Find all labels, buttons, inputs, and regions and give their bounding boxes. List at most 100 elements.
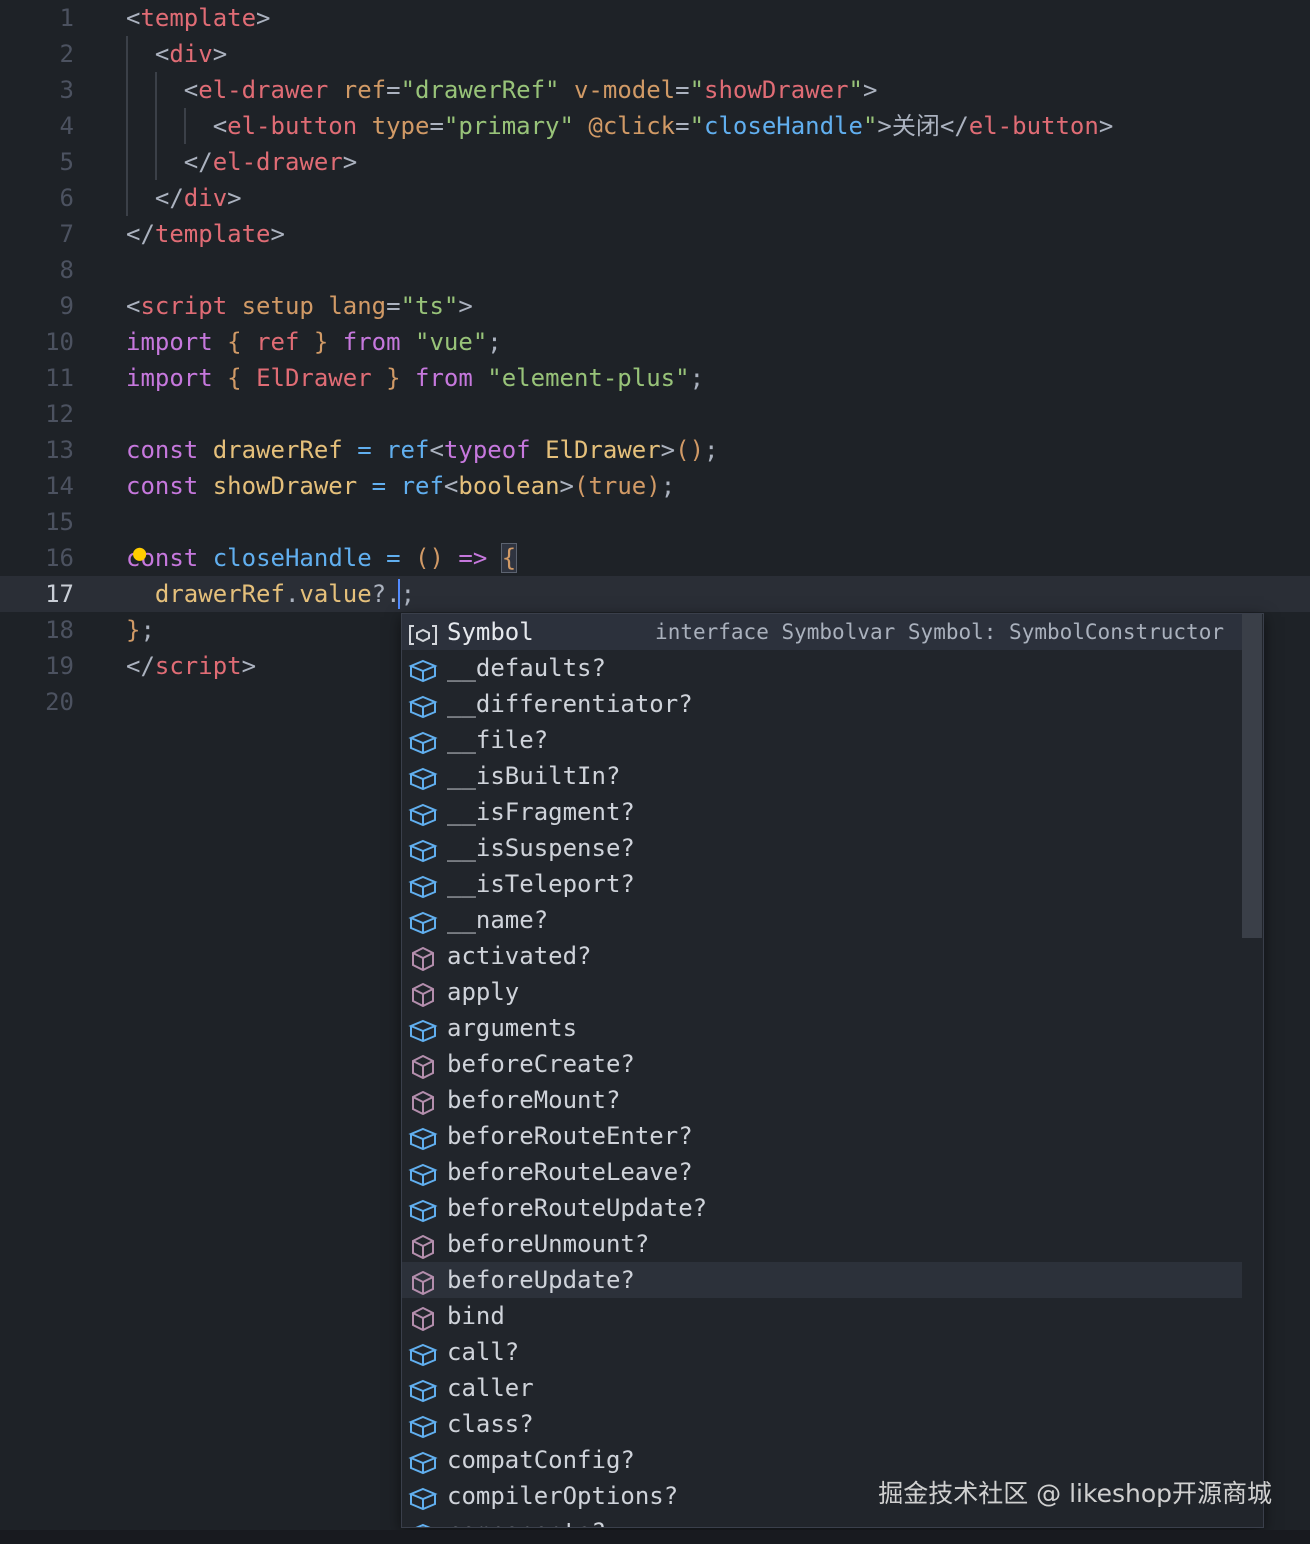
code-token: from: [342, 328, 401, 356]
suggestion-item[interactable]: components?: [402, 1514, 1242, 1527]
suggestion-item[interactable]: beforeUpdate?: [402, 1262, 1242, 1298]
code-token: =: [675, 112, 690, 140]
code-token: closeHandle: [704, 112, 863, 140]
suggestion-item[interactable]: compatConfig?: [402, 1442, 1242, 1478]
field-icon: [408, 1017, 438, 1043]
code-line[interactable]: 3 <el-drawer ref="drawerRef" v-model="sh…: [0, 72, 1310, 108]
code-token: type: [371, 112, 430, 140]
code-token: (: [573, 472, 589, 500]
code-token: >: [342, 148, 358, 176]
suggestion-item[interactable]: call?: [402, 1334, 1242, 1370]
suggestion-item[interactable]: caller: [402, 1370, 1242, 1406]
code-token: lang: [328, 292, 387, 320]
suggestion-label: __name?: [447, 906, 549, 934]
field-icon: [408, 1449, 438, 1475]
suggestion-item[interactable]: beforeCreate?: [402, 1046, 1242, 1082]
suggestion-item[interactable]: __isTeleport?: [402, 866, 1242, 902]
line-number: 17: [45, 580, 74, 608]
suggestion-item[interactable]: __isBuiltIn?: [402, 758, 1242, 794]
code-line[interactable]: 4 <el-button type="primary" @click="clos…: [0, 108, 1310, 144]
suggestion-item[interactable]: arguments: [402, 1010, 1242, 1046]
suggestion-detail: interface Symbolvar Symbol: SymbolConstr…: [655, 620, 1224, 644]
line-number: 4: [59, 112, 74, 140]
code-text: };: [126, 612, 155, 648]
suggestion-item[interactable]: beforeMount?: [402, 1082, 1242, 1118]
code-token: =: [429, 112, 444, 140]
code-token: ": [689, 112, 705, 140]
code-line[interactable]: 15: [0, 504, 1310, 540]
suggestion-item[interactable]: __isSuspense?: [402, 830, 1242, 866]
code-token: }: [386, 364, 401, 392]
suggestion-item[interactable]: class?: [402, 1406, 1242, 1442]
code-token: >: [241, 652, 257, 680]
suggestion-item[interactable]: bind: [402, 1298, 1242, 1334]
code-line[interactable]: 12: [0, 396, 1310, 432]
suggestion-label: bind: [447, 1302, 505, 1330]
code-token: boolean: [458, 472, 560, 500]
code-line[interactable]: 10 import { ref } from "vue";: [0, 324, 1310, 360]
suggestion-item[interactable]: __differentiator?: [402, 686, 1242, 722]
code-line[interactable]: 14 const showDrawer = ref<boolean>(true);: [0, 468, 1310, 504]
code-line[interactable]: 5 </el-drawer>: [0, 144, 1310, 180]
method-icon: [408, 1233, 438, 1260]
suggestion-item[interactable]: apply: [402, 974, 1242, 1010]
line-number: 15: [45, 508, 74, 536]
suggestion-label: apply: [447, 978, 520, 1006]
method-icon: [408, 1089, 438, 1116]
code-text: drawerRef.value?.;: [126, 576, 415, 612]
method-icon: [408, 945, 438, 972]
code-token: drawerRef: [154, 580, 285, 608]
suggestion-item[interactable]: activated?: [402, 938, 1242, 974]
line-number: 1: [59, 4, 74, 32]
code-token: <: [126, 112, 228, 140]
line-number: 14: [45, 472, 74, 500]
code-line[interactable]: 2 <div>: [0, 36, 1310, 72]
code-line[interactable]: 11 import { ElDrawer } from "element-plus…: [0, 360, 1310, 396]
suggestion-item[interactable]: __defaults?: [402, 650, 1242, 686]
code-token: el-button: [227, 112, 358, 140]
suggestion-item[interactable]: __isFragment?: [402, 794, 1242, 830]
code-line[interactable]: 17 drawerRef.value?.;: [0, 576, 1310, 612]
lightbulb-icon[interactable]: ●: [133, 543, 146, 565]
suggestion-widget[interactable]: Symbol interface Symbolvar Symbol: Symbol…: [401, 613, 1264, 1528]
field-icon: [408, 837, 438, 863]
field-icon: [408, 1125, 438, 1151]
code-token: @click: [588, 112, 676, 140]
field-icon: [408, 729, 438, 755]
suggestion-item[interactable]: beforeUnmount?: [402, 1226, 1242, 1262]
suggestion-label: __isSuspense?: [447, 834, 635, 862]
code-token: closeHandle: [212, 544, 372, 572]
line-number: 6: [59, 184, 74, 212]
suggestion-item[interactable]: __file?: [402, 722, 1242, 758]
suggestion-item[interactable]: __name?: [402, 902, 1242, 938]
field-icon: [408, 1413, 438, 1439]
code-line[interactable]: 9 <script setup lang="ts">: [0, 288, 1310, 324]
suggestion-scrollbar[interactable]: [1242, 614, 1262, 938]
code-line[interactable]: 6 </div>: [0, 180, 1310, 216]
suggestion-item[interactable]: Symbol interface Symbolvar Symbol: Symbol…: [402, 614, 1242, 650]
code-line[interactable]: 8: [0, 252, 1310, 288]
code-text: </template>: [126, 216, 285, 252]
code-token: showDrawer: [704, 76, 849, 104]
suggestion-item[interactable]: beforeRouteUpdate?: [402, 1190, 1242, 1226]
code-line[interactable]: 1 <template>: [0, 0, 1310, 36]
suggestion-item[interactable]: beforeRouteEnter?: [402, 1118, 1242, 1154]
code-token: import: [126, 328, 213, 356]
code-token: .: [284, 580, 300, 608]
code-token: import: [126, 364, 213, 392]
code-line[interactable]: 16 const closeHandle = () => {: [0, 540, 1310, 576]
code-token: {: [500, 543, 518, 573]
field-icon: [408, 1197, 438, 1223]
code-line[interactable]: 7 </template>: [0, 216, 1310, 252]
suggestion-item[interactable]: beforeRouteLeave?: [402, 1154, 1242, 1190]
code-line[interactable]: 13 const drawerRef = ref<typeof ElDrawer>…: [0, 432, 1310, 468]
code-token: >: [212, 40, 228, 68]
bottom-bar: [0, 1530, 1310, 1544]
